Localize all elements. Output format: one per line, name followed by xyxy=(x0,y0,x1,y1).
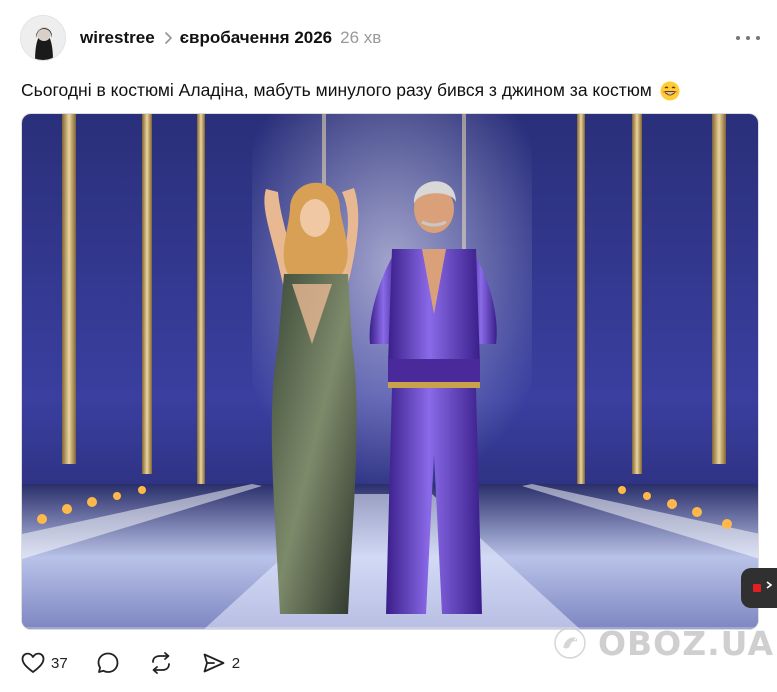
topic-tag[interactable]: євробачення 2026 xyxy=(180,28,332,48)
send-icon xyxy=(202,652,226,674)
repost-icon xyxy=(148,651,174,675)
avatar[interactable] xyxy=(20,15,66,61)
post-actions: 37 2 xyxy=(21,650,268,676)
post-header: wirestree євробачення 2026 26 хв xyxy=(20,14,760,62)
chevron-right-icon xyxy=(164,31,174,45)
video-frame xyxy=(22,114,758,629)
watermark-text: OBOZ.UA xyxy=(597,623,774,663)
share-count: 2 xyxy=(231,654,241,672)
comment-button[interactable] xyxy=(96,651,120,675)
grinning-face-emoji xyxy=(660,81,680,101)
watermark-logo-icon xyxy=(554,627,586,659)
post-timestamp: 26 хв xyxy=(340,28,382,47)
share-button[interactable]: 2 xyxy=(202,652,240,674)
heart-icon xyxy=(21,652,45,674)
post-video[interactable] xyxy=(21,113,759,630)
like-button[interactable]: 37 xyxy=(21,652,68,674)
watermark: OBOZ.UA xyxy=(554,612,774,674)
post-text: Сьогодні в костюмі Аладіна, мабуть минул… xyxy=(21,80,680,101)
more-horizontal-icon[interactable] xyxy=(736,28,760,48)
video-sound-button[interactable] xyxy=(741,568,777,608)
username[interactable]: wirestree xyxy=(80,28,155,48)
like-count: 37 xyxy=(51,654,68,672)
speaker-icon xyxy=(753,581,773,592)
post-text-content: Сьогодні в костюмі Аладіна, мабуть минул… xyxy=(21,80,652,100)
avatar-image xyxy=(21,16,65,60)
comment-icon xyxy=(96,651,120,675)
repost-button[interactable] xyxy=(148,651,174,675)
